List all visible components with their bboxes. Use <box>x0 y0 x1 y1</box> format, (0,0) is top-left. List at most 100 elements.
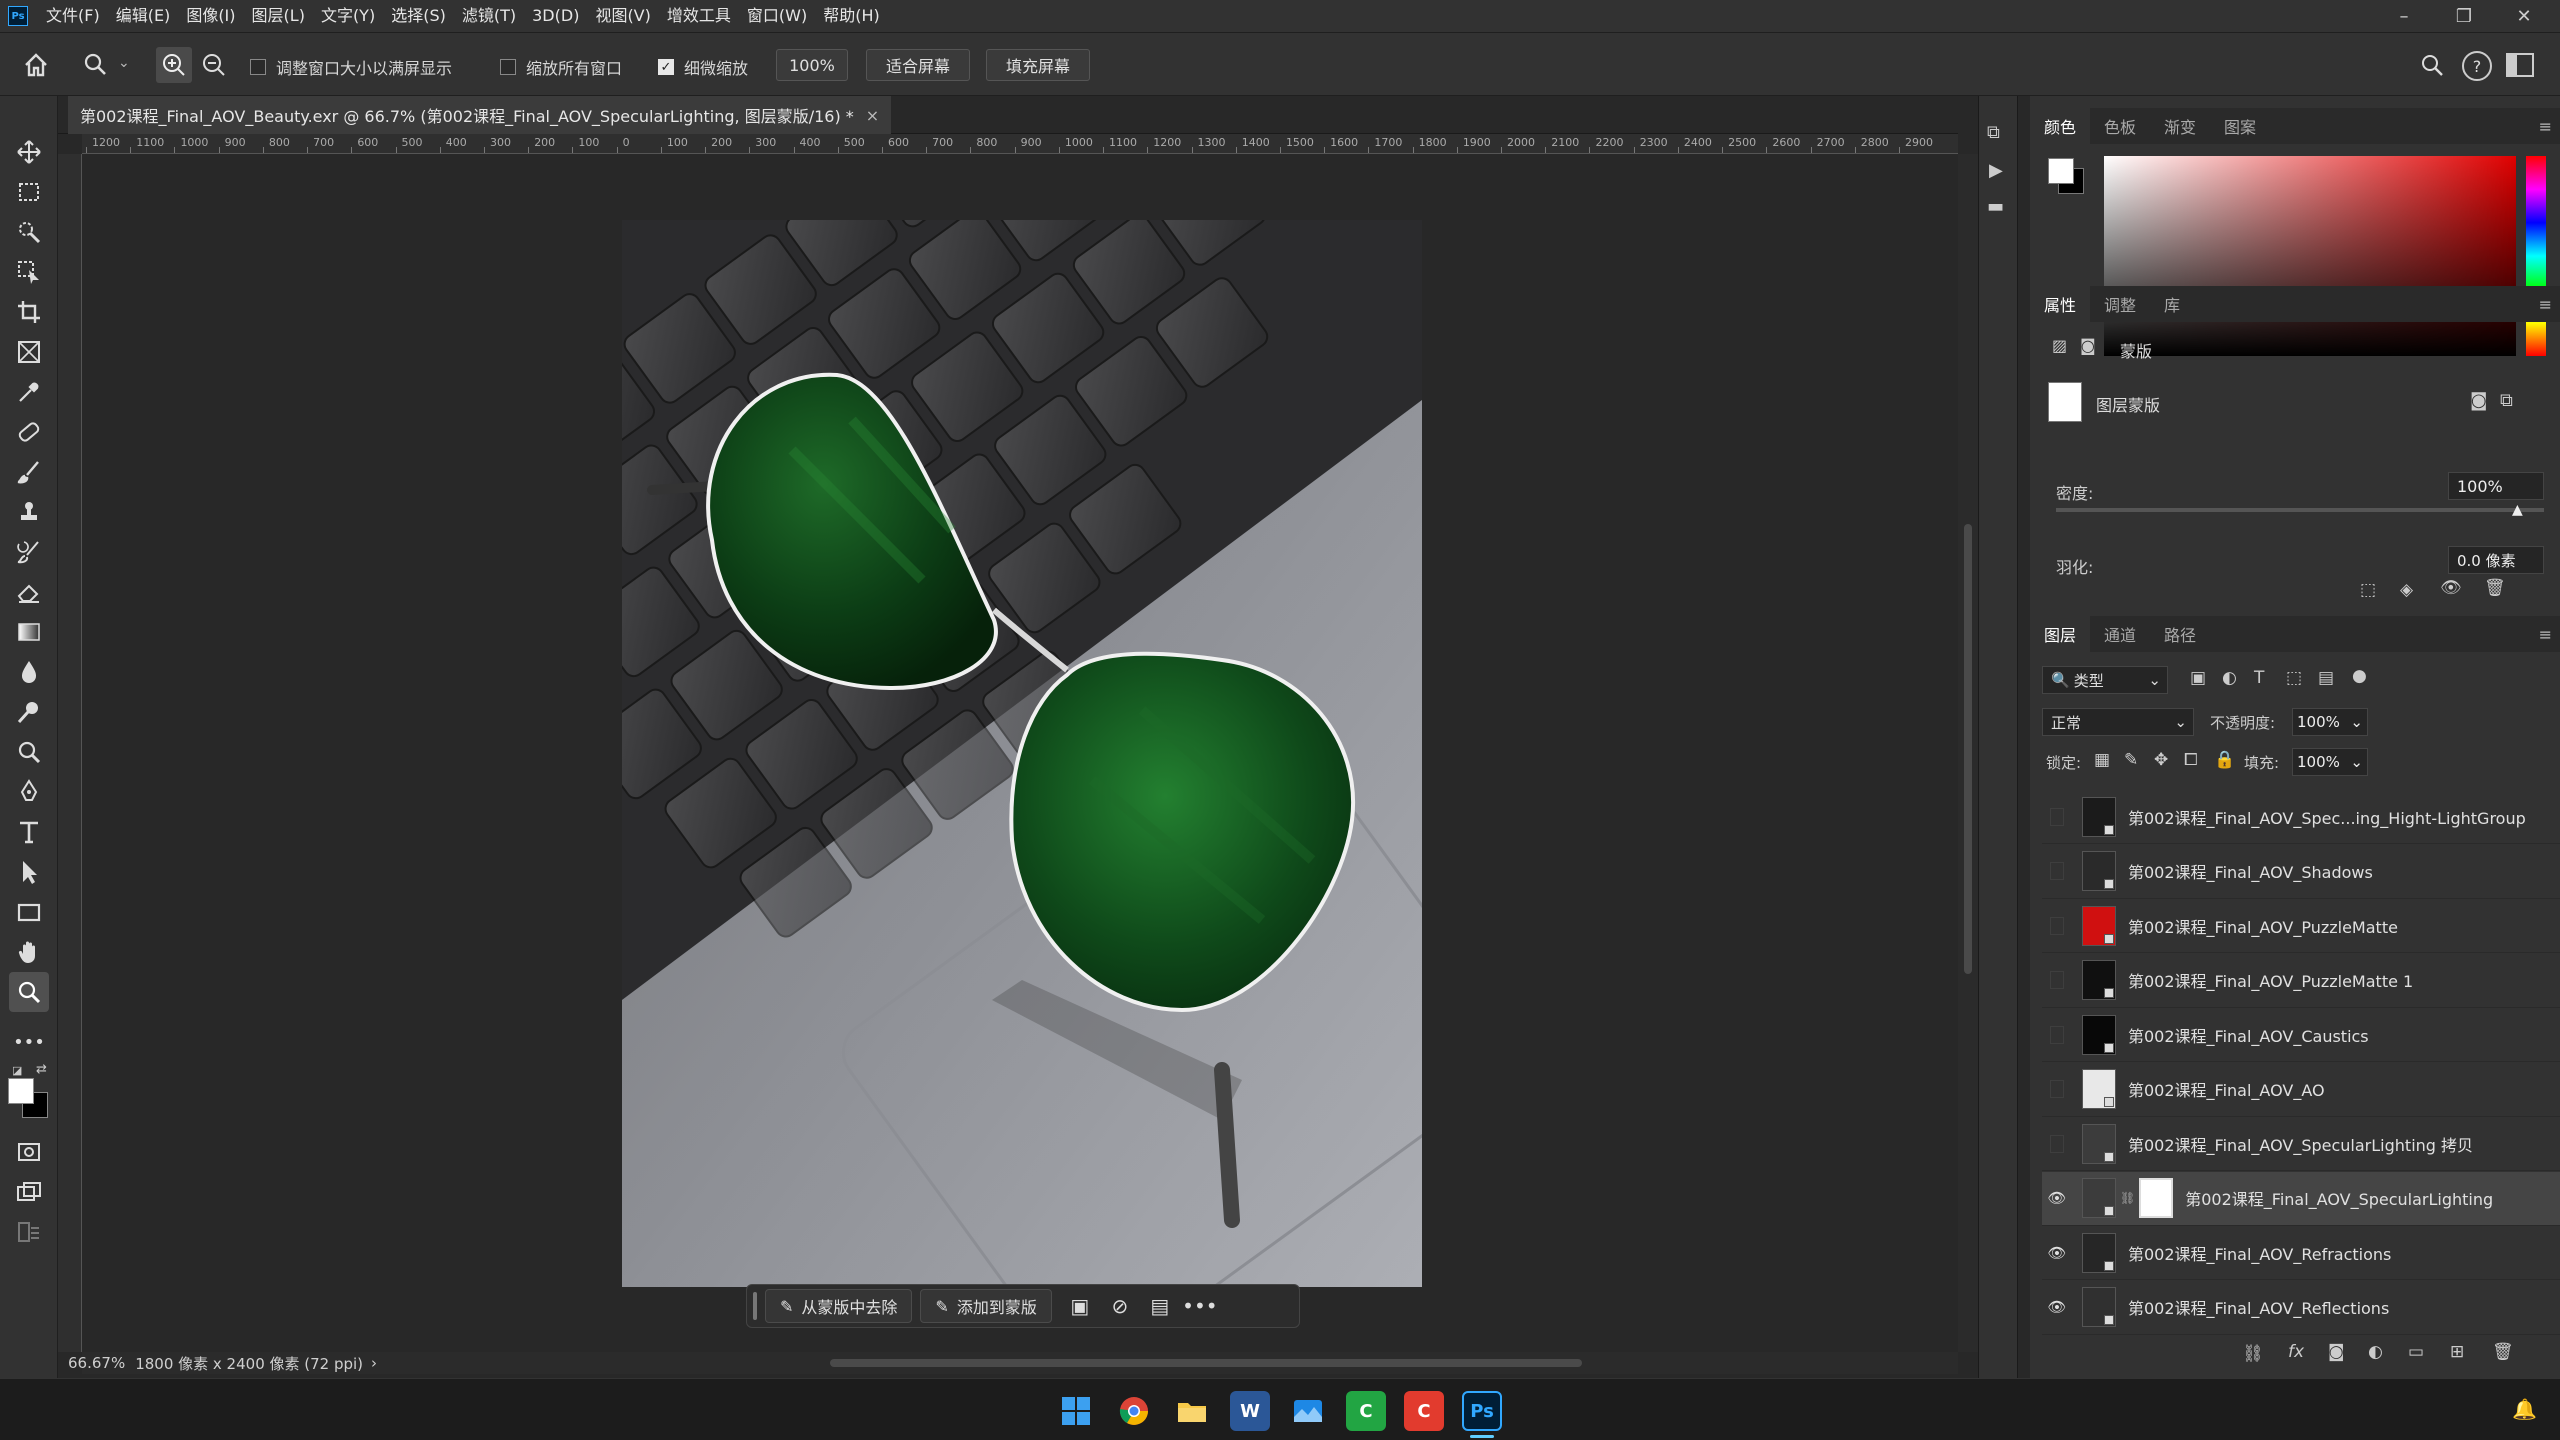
zoom-in-icon[interactable] <box>156 47 192 83</box>
menu-type[interactable]: 文字(Y) <box>313 0 383 32</box>
document-image[interactable] <box>622 220 1422 1287</box>
layer-visibility-eye-icon[interactable] <box>2050 1025 2064 1044</box>
checkbox-box[interactable] <box>250 59 266 75</box>
color-field[interactable] <box>2104 156 2516 356</box>
add-mask-icon[interactable]: ◙ <box>2328 1342 2345 1362</box>
move-tool-icon[interactable] <box>9 132 49 172</box>
layer-row[interactable]: 👁 第002课程_Final_AOV_Refractions <box>2042 1226 2560 1280</box>
more-options-icon[interactable]: ••• <box>1180 1289 1220 1323</box>
brush-tool-icon[interactable] <box>9 452 49 492</box>
history-icon[interactable]: ⧉ <box>1987 122 2000 143</box>
filter-adjustment-icon[interactable]: ◐ <box>2222 668 2237 688</box>
layer-thumbnail[interactable] <box>2082 1232 2116 1273</box>
layer-visibility-eye-icon[interactable]: 👁 <box>2042 1244 2072 1262</box>
new-adjustment-icon[interactable]: ◐ <box>2368 1342 2383 1362</box>
tab-paths[interactable]: 路径 <box>2150 616 2210 652</box>
menu-file[interactable]: 文件(F) <box>38 0 108 32</box>
menu-3d[interactable]: 3D(D) <box>524 0 587 32</box>
panel-menu-icon[interactable]: ≡ <box>2539 117 2552 136</box>
document-tab[interactable]: 第002课程_Final_AOV_Beauty.exr @ 66.7% (第00… <box>68 96 892 134</box>
layer-row[interactable]: 第002课程_Final_AOV_AO <box>2042 1063 2560 1117</box>
pen-tool-icon[interactable] <box>9 772 49 812</box>
gradient-tool-icon[interactable] <box>9 612 49 652</box>
status-menu-arrow[interactable]: › <box>371 1354 377 1372</box>
load-selection-icon[interactable]: ⬚ <box>2360 580 2376 600</box>
select-mask-icon[interactable]: ◙ <box>2470 390 2487 411</box>
filter-smart-object-icon[interactable]: ▤ <box>2318 668 2334 688</box>
scrubby-zoom-checkbox[interactable]: ✓ 细微缩放 <box>658 55 748 79</box>
layer-thumbnail[interactable] <box>2082 1069 2116 1109</box>
windows-start-icon[interactable] <box>1056 1391 1096 1431</box>
red-app-icon[interactable]: C <box>1404 1391 1444 1431</box>
blend-mode-dropdown[interactable]: 正常 ⌄ <box>2042 708 2194 736</box>
crop-tool-icon[interactable] <box>9 292 49 332</box>
status-zoom[interactable]: 66.67% <box>68 1354 125 1372</box>
lock-artboard-icon[interactable]: ⧠ <box>2184 750 2198 770</box>
foreground-swatch[interactable] <box>2048 158 2074 184</box>
type-tool-icon[interactable] <box>9 812 49 852</box>
drag-handle[interactable] <box>753 1292 757 1320</box>
mask-settings-icon[interactable]: ▤ <box>1140 1289 1180 1323</box>
layer-thumbnail[interactable] <box>2082 1287 2116 1327</box>
layer-mask-thumbnail[interactable] <box>2048 382 2082 422</box>
layer-row[interactable]: 第002课程_Final_AOV_Shadows <box>2042 845 2560 899</box>
panel-menu-icon[interactable]: ≡ <box>2539 625 2552 644</box>
green-app-icon[interactable]: C <box>1346 1391 1386 1431</box>
menu-select[interactable]: 选择(S) <box>383 0 454 32</box>
tab-adjustments[interactable]: 调整 <box>2090 286 2150 322</box>
tab-color[interactable]: 颜色 <box>2030 108 2091 144</box>
history-brush-tool-icon[interactable] <box>9 532 49 572</box>
panel-menu-icon[interactable]: ≡ <box>2539 295 2552 314</box>
link-layers-icon[interactable]: ⛓ <box>2242 1344 2264 1364</box>
layer-thumbnail[interactable] <box>2082 1014 2116 1055</box>
zoom-tool-active-icon[interactable] <box>9 972 49 1012</box>
play-actions-icon[interactable]: ▶ <box>1989 160 2003 181</box>
workspace-icon[interactable] <box>2506 53 2534 77</box>
menu-plugins[interactable]: 增效工具 <box>659 0 739 32</box>
vector-mask-icon[interactable]: ⧉ <box>2500 390 2513 411</box>
dodge-tool-icon[interactable] <box>9 692 49 732</box>
density-input[interactable]: 100% <box>2448 472 2544 500</box>
home-icon[interactable] <box>20 49 52 81</box>
fill-screen-button[interactable]: 填充屏幕 <box>986 49 1090 81</box>
layer-visibility-eye-icon[interactable] <box>2050 807 2064 826</box>
object-selection-tool-icon[interactable] <box>9 252 49 292</box>
chrome-icon[interactable] <box>1114 1391 1154 1431</box>
notification-icon[interactable]: 🔔 <box>2512 1397 2537 1421</box>
tab-layers[interactable]: 图层 <box>2030 616 2091 652</box>
tab-swatches[interactable]: 色板 <box>2090 108 2150 144</box>
layer-mask-thumbnail[interactable] <box>2139 1178 2174 1218</box>
tab-properties[interactable]: 属性 <box>2030 286 2091 322</box>
quick-selection-tool-icon[interactable] <box>9 212 49 252</box>
clone-stamp-tool-icon[interactable] <box>9 492 49 532</box>
disable-mask-icon[interactable]: ⊘ <box>1100 1289 1140 1323</box>
zoom-out-icon[interactable] <box>196 47 232 83</box>
mask-icon[interactable]: ◙ <box>2080 336 2096 355</box>
frame-tool-icon[interactable] <box>9 332 49 372</box>
mask-visibility-eye-icon[interactable]: 👁 <box>2440 578 2462 598</box>
vertical-scrollbar[interactable] <box>1958 154 1978 1352</box>
density-slider-thumb[interactable]: ▲ <box>2512 502 2523 518</box>
delete-mask-icon[interactable]: 🗑 <box>2484 578 2506 598</box>
menu-layer[interactable]: 图层(L) <box>244 0 313 32</box>
layer-thumbnail[interactable] <box>2082 796 2116 837</box>
sponge-tool-icon[interactable] <box>9 732 49 772</box>
hand-tool-icon[interactable] <box>9 932 49 972</box>
chevron-down-icon[interactable]: ⌄ <box>118 55 130 71</box>
layer-row[interactable]: 👁 ⛓ 第002课程_Final_AOV_SpecularLighting <box>2042 1171 2560 1226</box>
photoshop-taskbar-icon[interactable]: Ps <box>1462 1391 1502 1431</box>
layer-visibility-eye-icon[interactable] <box>2050 862 2064 880</box>
lock-position-icon[interactable]: ✥ <box>2154 750 2168 770</box>
delete-layer-icon[interactable]: 🗑 <box>2492 1342 2514 1362</box>
swap-colors-icon[interactable]: ⇄ <box>36 1062 47 1077</box>
remove-from-mask-button[interactable]: ✎ 从蒙版中去除 <box>765 1289 913 1323</box>
blur-tool-icon[interactable] <box>9 652 49 692</box>
help-icon[interactable]: ? <box>2462 51 2492 81</box>
layer-thumbnail[interactable] <box>2082 1178 2116 1218</box>
resize-windows-checkbox[interactable]: 调整窗口大小以满屏显示 <box>250 55 452 79</box>
layer-thumbnail[interactable] <box>2082 1123 2116 1164</box>
close-tab-icon[interactable]: × <box>866 106 879 125</box>
layer-filter-dropdown[interactable]: 🔍 类型 ⌄ <box>2042 666 2168 694</box>
path-selection-tool-icon[interactable] <box>9 852 49 892</box>
checkbox-box[interactable] <box>500 59 516 75</box>
